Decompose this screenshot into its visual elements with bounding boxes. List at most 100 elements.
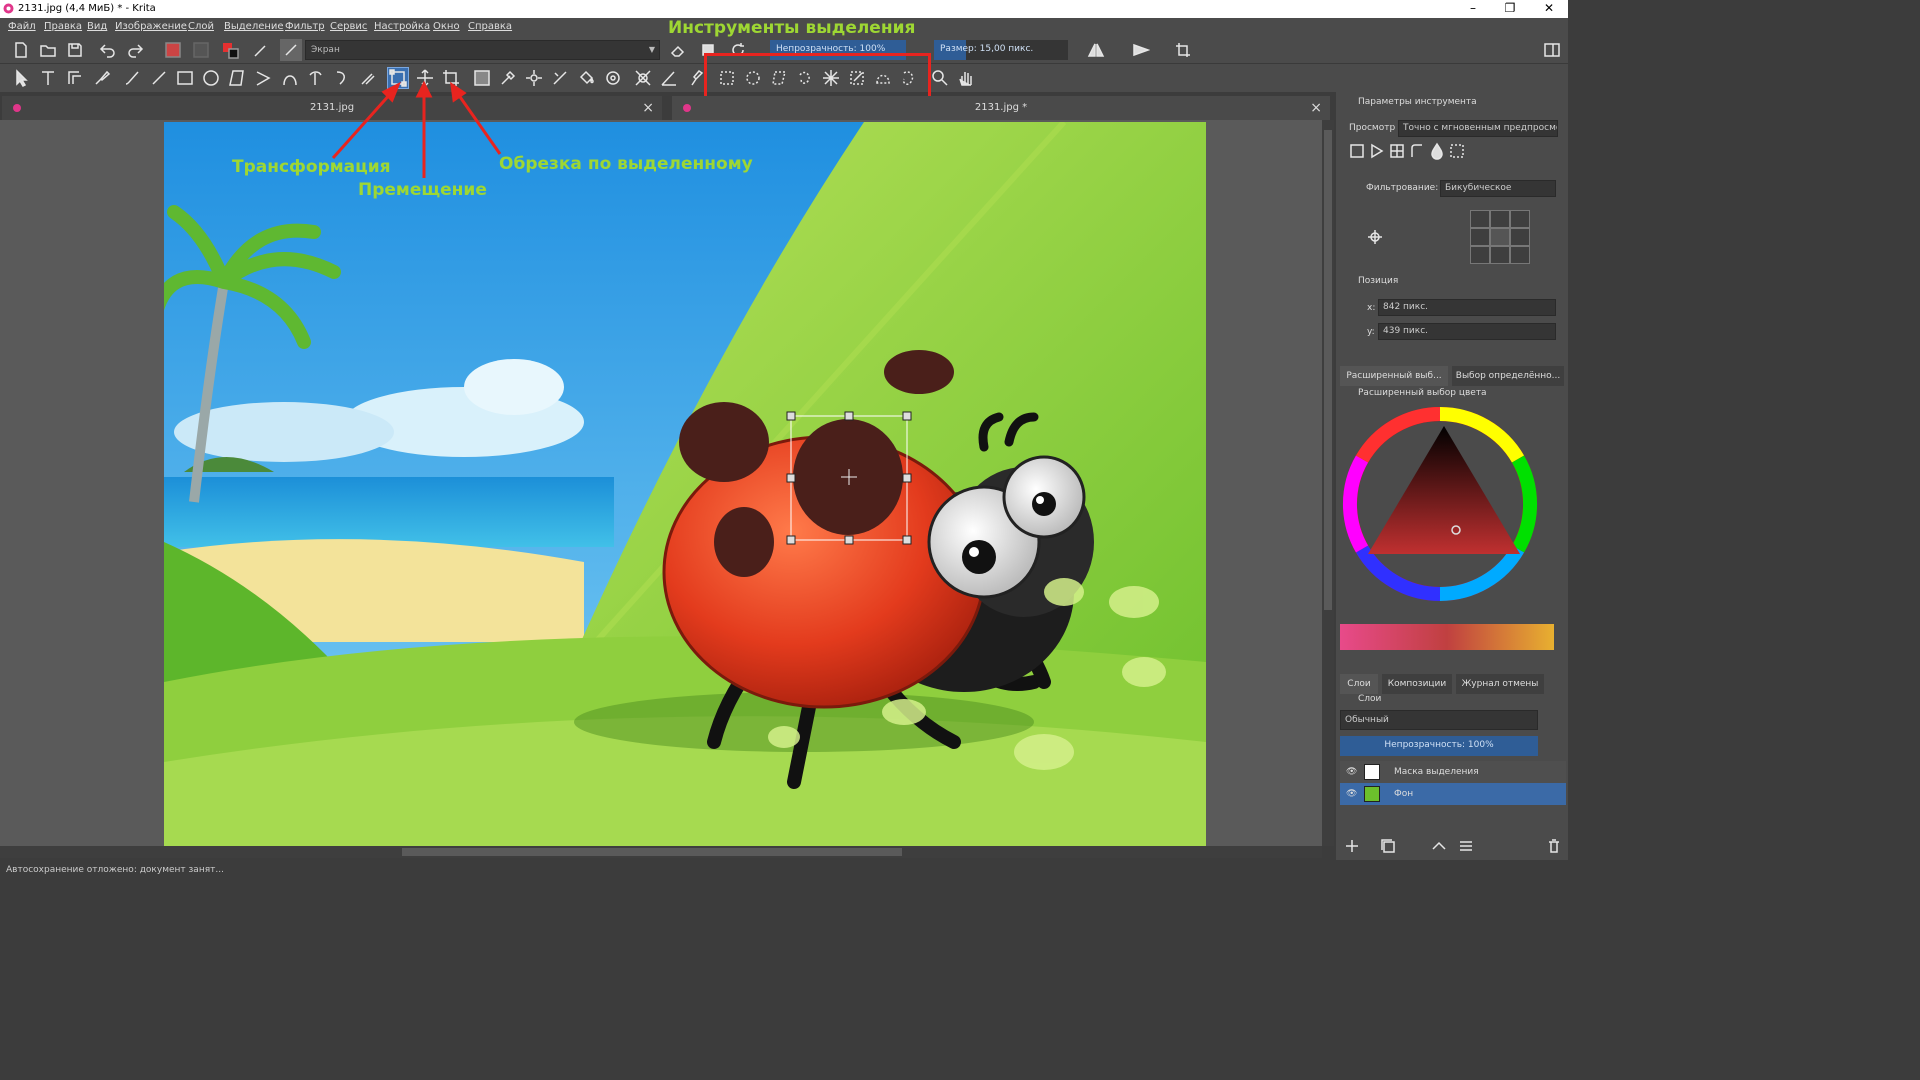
horizontal-scrollbar[interactable] — [0, 846, 1322, 858]
move-layer-up-icon[interactable] — [1428, 835, 1450, 857]
tab-compositions[interactable]: Композиции — [1382, 674, 1452, 694]
anchor-bottom[interactable] — [1490, 246, 1510, 264]
close-tab-icon[interactable]: × — [642, 96, 654, 120]
anchor-top-left[interactable] — [1470, 210, 1490, 228]
menu-tools[interactable]: Сервис — [330, 21, 367, 32]
redo-icon[interactable] — [124, 39, 146, 61]
anchor-left[interactable] — [1470, 228, 1490, 246]
liquify-mode-icon[interactable] — [1428, 142, 1446, 160]
enclose-fill-tool-icon[interactable] — [602, 67, 624, 89]
warp-mode-icon[interactable] — [1388, 142, 1406, 160]
blend-mode-select[interactable]: Экран ▼ — [305, 40, 660, 60]
fill-tool-icon[interactable] — [575, 67, 597, 89]
canvas-image[interactable] — [164, 122, 1206, 846]
duplicate-layer-icon[interactable] — [1377, 835, 1399, 857]
undo-icon[interactable] — [97, 39, 119, 61]
mirror-vertical-icon[interactable] — [1130, 39, 1152, 61]
tab-advanced-color-selector[interactable]: Расширенный выб... — [1340, 366, 1448, 386]
calligraphy-tool-icon[interactable] — [91, 67, 113, 89]
anchor-bottom-left[interactable] — [1470, 246, 1490, 264]
menu-layer[interactable]: Слой — [188, 21, 214, 32]
menu-help[interactable]: Справка — [468, 21, 512, 32]
cage-mode-icon[interactable] — [1408, 142, 1426, 160]
menu-file[interactable]: Файл — [8, 21, 36, 32]
close-tab-icon[interactable]: × — [1310, 96, 1322, 120]
menu-window[interactable]: Окно — [433, 21, 460, 32]
menu-image[interactable]: Изображение — [115, 21, 187, 32]
save-icon[interactable] — [64, 39, 86, 61]
rectangle-tool-icon[interactable] — [174, 67, 196, 89]
text-tool-icon[interactable] — [37, 67, 59, 89]
free-transform-mode-icon[interactable] — [1348, 142, 1366, 160]
gradient-tool-icon[interactable] — [471, 67, 493, 89]
dynamic-brush-tool-icon[interactable] — [331, 67, 353, 89]
brush-preset-icon[interactable] — [250, 39, 272, 61]
transform-tool-icon[interactable] — [387, 67, 409, 89]
perspective-mode-icon[interactable] — [1368, 142, 1386, 160]
tab-document-1[interactable]: 2131.jpg × — [2, 96, 662, 120]
color-wheel[interactable] — [1340, 404, 1540, 604]
gradient-preset-icon[interactable] — [190, 39, 212, 61]
close-window-button[interactable]: ✕ — [1532, 0, 1566, 18]
polygon-tool-icon[interactable] — [226, 67, 248, 89]
freehand-path-tool-icon[interactable] — [305, 67, 327, 89]
layer-row[interactable]: 👁 Фон — [1340, 783, 1566, 805]
add-layer-icon[interactable] — [1341, 835, 1363, 857]
preview-mode-select[interactable]: Точно с мгновенным предпросмотром — [1398, 120, 1558, 137]
eye-icon[interactable]: 👁 — [1346, 761, 1357, 783]
tab-layers[interactable]: Слои — [1340, 674, 1378, 694]
mirror-horizontal-icon[interactable] — [1085, 39, 1107, 61]
filter-select[interactable]: Бикубическое — [1440, 180, 1556, 197]
anchor-top[interactable] — [1490, 210, 1510, 228]
wrap-around-icon[interactable] — [1172, 39, 1194, 61]
y-position-input[interactable]: 439 пикс. — [1378, 323, 1556, 340]
menu-select[interactable]: Выделение — [224, 21, 284, 32]
menu-filter[interactable]: Фильтр — [285, 21, 325, 32]
tab-document-2[interactable]: 2131.jpg * × — [672, 96, 1330, 120]
size-slider[interactable]: Размер: 15,00 пикс. — [934, 40, 1068, 60]
dock-toggle-icon[interactable] — [1541, 39, 1563, 61]
new-document-icon[interactable] — [10, 39, 32, 61]
select-shapes-tool-icon[interactable] — [10, 67, 32, 89]
measure-tool-icon[interactable] — [658, 67, 680, 89]
polyline-tool-icon[interactable] — [252, 67, 274, 89]
layer-opacity-slider[interactable]: Непрозрачность: 100% — [1340, 736, 1538, 756]
delete-layer-icon[interactable] — [1543, 835, 1565, 857]
color-history-strip[interactable] — [1340, 624, 1554, 650]
anchor-bottom-right[interactable] — [1510, 246, 1530, 264]
anchor-point-icon[interactable] — [1366, 228, 1384, 246]
layer-row[interactable]: 👁 Маска выделения — [1340, 761, 1566, 783]
bezier-curve-tool-icon[interactable] — [279, 67, 301, 89]
menu-edit[interactable]: Правка — [44, 21, 82, 32]
assistant-tool-icon[interactable] — [632, 67, 654, 89]
canvas-area[interactable] — [0, 120, 1322, 846]
anchor-grid[interactable] — [1470, 210, 1530, 266]
crop-tool-icon[interactable] — [440, 67, 462, 89]
multibrush-tool-icon[interactable] — [357, 67, 379, 89]
move-tool-icon[interactable] — [414, 67, 436, 89]
freehand-brush-tool-icon[interactable] — [121, 67, 143, 89]
tab-undo-history[interactable]: Журнал отмены — [1456, 674, 1544, 694]
menu-view[interactable]: Вид — [87, 21, 107, 32]
anchor-right[interactable] — [1510, 228, 1530, 246]
line-tool-icon[interactable] — [148, 67, 170, 89]
eraser-icon[interactable] — [667, 39, 689, 61]
anchor-center[interactable] — [1490, 228, 1510, 246]
vertical-scrollbar[interactable] — [1322, 120, 1334, 846]
anchor-top-right[interactable] — [1510, 210, 1530, 228]
layer-properties-icon[interactable] — [1455, 835, 1477, 857]
eye-icon[interactable]: 👁 — [1346, 783, 1357, 805]
mesh-mode-icon[interactable] — [1448, 142, 1466, 160]
open-folder-icon[interactable] — [37, 39, 59, 61]
ellipse-tool-icon[interactable] — [200, 67, 222, 89]
maximize-button[interactable]: ❐ — [1493, 0, 1527, 18]
x-position-input[interactable]: 842 пикс. — [1378, 299, 1556, 316]
tab-specific-color-selector[interactable]: Выбор определённо... — [1452, 366, 1564, 386]
colorize-mask-tool-icon[interactable] — [523, 67, 545, 89]
menu-settings[interactable]: Настройка — [374, 21, 430, 32]
pan-tool-icon[interactable] — [955, 67, 977, 89]
foreground-background-color-icon[interactable] — [219, 39, 241, 61]
zoom-tool-icon[interactable] — [929, 67, 951, 89]
pattern-icon[interactable] — [162, 39, 184, 61]
minimize-button[interactable]: – — [1456, 0, 1490, 18]
